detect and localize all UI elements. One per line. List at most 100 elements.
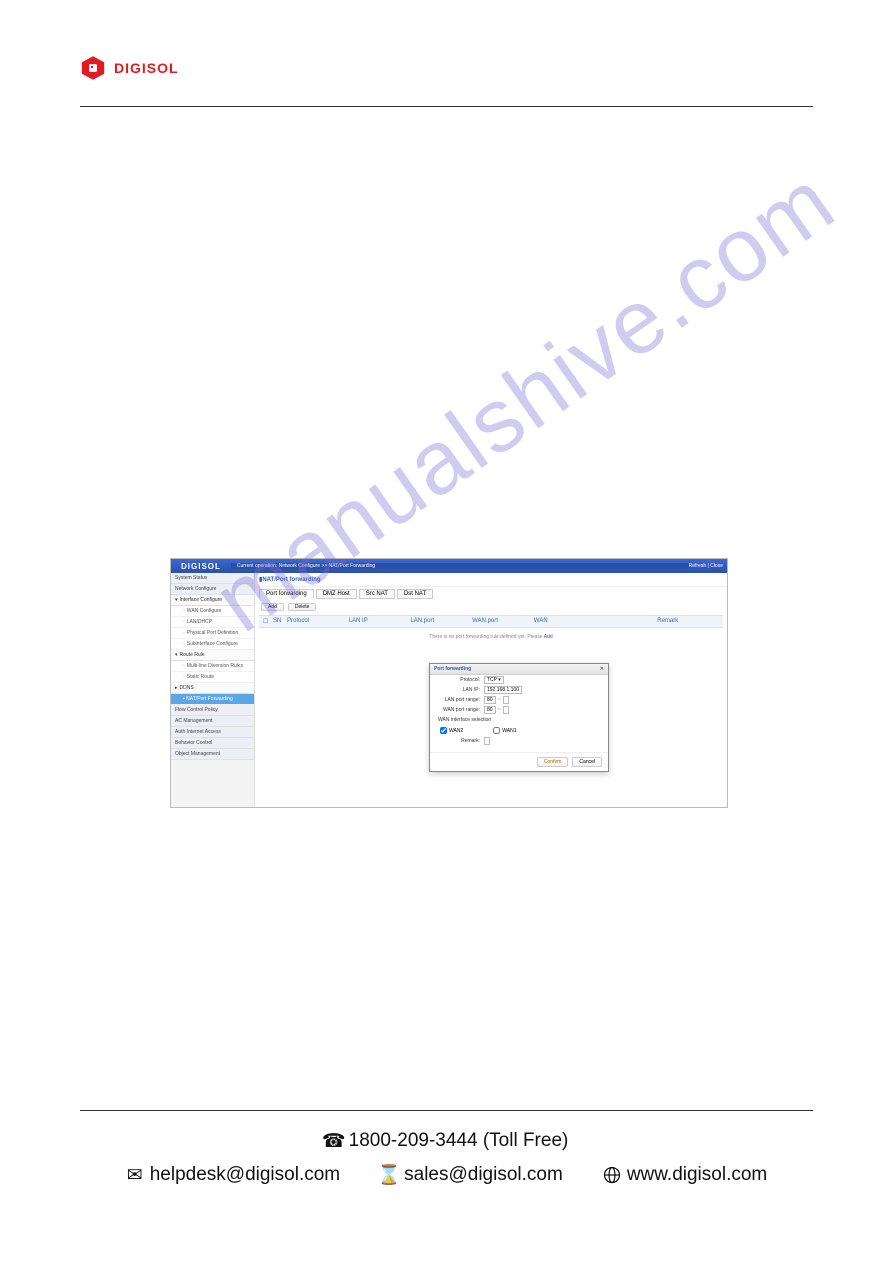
file-icon: ▫ bbox=[183, 674, 185, 680]
brand-text: DIGISOL bbox=[114, 60, 179, 76]
sidebar-item-behavior-control[interactable]: Behavior Control bbox=[171, 738, 254, 749]
protocol-label: Protocol: bbox=[436, 677, 484, 683]
toolbar: Add Delete bbox=[255, 601, 727, 613]
empty-text: There is no port forwarding rule defined… bbox=[429, 634, 544, 640]
sidebar-item-system-status[interactable]: System Status bbox=[171, 573, 254, 584]
sidebar-item-nat-port-forwarding[interactable]: ▪ NAT/Port Forwarding bbox=[171, 694, 254, 705]
empty-message: There is no port forwarding rule defined… bbox=[259, 628, 723, 646]
protocol-select[interactable]: TCP ▾ bbox=[484, 676, 504, 684]
close-icon[interactable]: ✕ bbox=[600, 666, 604, 672]
sidebar-item-label: NAT/Port Forwarding bbox=[186, 696, 233, 702]
website-url: www.digisol.com bbox=[627, 1164, 767, 1186]
tab-dmz-host[interactable]: DMZ Host bbox=[316, 589, 357, 599]
footer-rule bbox=[80, 1110, 813, 1111]
sidebar-item-flow-control[interactable]: Flow Control Policy bbox=[171, 705, 254, 716]
column-protocol: Protocol bbox=[287, 618, 349, 625]
wan2-label: WAN2 bbox=[449, 728, 463, 734]
tab-port-forwarding[interactable]: Port forwarding bbox=[259, 589, 314, 599]
main-panel: ▮NAT/Port forwarding Port forwarding DMZ… bbox=[255, 573, 727, 807]
folder-icon: ▫ bbox=[183, 641, 185, 647]
wan-port-end-input[interactable] bbox=[503, 706, 509, 714]
sidebar-group-label: Route Rule bbox=[180, 652, 205, 658]
lan-port-start-input[interactable]: 80 bbox=[484, 696, 496, 704]
mail-icon: ✉ bbox=[126, 1166, 144, 1184]
sidebar-item-lan-dhcp[interactable]: ▫LAN/DHCP bbox=[171, 617, 254, 628]
sidebar-item-ac-management[interactable]: AC Management bbox=[171, 716, 254, 727]
sidebar-group-label: Interface Configure bbox=[180, 597, 223, 603]
sidebar-item-wan-configure[interactable]: ▫WAN Configure bbox=[171, 606, 254, 617]
app-brand: DIGISOL bbox=[171, 562, 231, 571]
sidebar-item-physical-port[interactable]: ▫Physical Port Definition bbox=[171, 628, 254, 639]
sidebar-item-label: LAN/DHCP bbox=[187, 619, 212, 625]
remark-label: Remark: bbox=[436, 738, 484, 744]
sidebar-item-label: Static Route bbox=[187, 674, 214, 680]
sidebar-item-label: Subinterface Configure bbox=[187, 641, 238, 647]
column-lan-port: LAN port bbox=[410, 618, 472, 625]
sidebar-item-multiline-diversion[interactable]: ▫Multi-line Diversion Rules bbox=[171, 661, 254, 672]
lan-ip-input[interactable]: 192.168.1.100 bbox=[484, 686, 522, 694]
caret-down-icon: ▾ bbox=[175, 652, 178, 658]
globe-icon bbox=[603, 1166, 621, 1184]
logo: DIGISOL bbox=[80, 55, 813, 81]
wan-interface-selection-label: WAN interface selection bbox=[436, 717, 495, 723]
sidebar-item-object-management[interactable]: Object Management bbox=[171, 749, 254, 760]
modal-title: Port forwarding bbox=[434, 666, 471, 672]
sidebar-group-interface-configure[interactable]: ▾Interface Configure bbox=[171, 595, 254, 606]
phone-icon: ☎ bbox=[325, 1132, 343, 1150]
wan2-checkbox[interactable] bbox=[440, 727, 447, 734]
page-footer: ☎ 1800-209-3444 (Toll Free) ✉ helpdesk@d… bbox=[0, 1130, 893, 1186]
sidebar-group-route-rule[interactable]: ▾Route Rule bbox=[171, 650, 254, 661]
refresh-link[interactable]: Refresh | Close bbox=[689, 563, 727, 569]
protocol-value: TCP bbox=[487, 677, 497, 683]
wan1-label: WAN1 bbox=[502, 728, 516, 734]
wan-port-start-input[interactable]: 80 bbox=[484, 706, 496, 714]
file-icon: ▫ bbox=[183, 663, 185, 669]
folder-icon: ▫ bbox=[183, 619, 185, 625]
column-remark: Remark bbox=[657, 618, 719, 625]
cancel-button[interactable]: Cancel bbox=[572, 757, 602, 767]
sales-email: sales@digisol.com bbox=[404, 1164, 563, 1186]
page-header: DIGISOL bbox=[0, 0, 893, 117]
lan-ip-label: LAN IP: bbox=[436, 687, 484, 693]
sidebar-item-network-configure[interactable]: Network Configure bbox=[171, 584, 254, 595]
helpdesk-email: helpdesk@digisol.com bbox=[150, 1164, 340, 1186]
range-separator: ~ bbox=[498, 697, 502, 703]
header-rule bbox=[80, 106, 813, 107]
caret-down-icon: ▾ bbox=[175, 597, 178, 603]
sidebar-item-auth-internet[interactable]: Auth Internet Access bbox=[171, 727, 254, 738]
column-sn: SN bbox=[273, 618, 287, 625]
phone-text: 1800-209-3444 (Toll Free) bbox=[349, 1130, 569, 1152]
sidebar-item-static-route[interactable]: ▫Static Route bbox=[171, 672, 254, 683]
caret-right-icon: ▸ bbox=[175, 685, 178, 691]
folder-icon: ▫ bbox=[183, 608, 185, 614]
wan-port-range-label: WAN port range: bbox=[436, 707, 484, 713]
tab-src-nat[interactable]: Src NAT bbox=[359, 589, 395, 599]
tabs: Port forwarding DMZ Host Src NAT Dst NAT bbox=[259, 589, 723, 599]
add-button[interactable]: Add bbox=[261, 603, 284, 611]
empty-add-link[interactable]: Add bbox=[544, 634, 553, 640]
sidebar-item-label: Physical Port Definition bbox=[187, 630, 238, 636]
tab-dst-nat[interactable]: Dst NAT bbox=[397, 589, 433, 599]
sidebar-item-label: Multi-line Diversion Rules bbox=[187, 663, 243, 669]
confirm-button[interactable]: Confirm bbox=[537, 757, 569, 767]
modal-header: Port forwarding ✕ bbox=[430, 664, 608, 675]
app-title-bar: DIGISOL Current operation: Network Confi… bbox=[171, 559, 727, 573]
remark-input[interactable] bbox=[484, 737, 490, 745]
select-all-checkbox[interactable]: ☐ bbox=[263, 618, 273, 625]
breadcrumb: Current operation: Network Configure >> … bbox=[231, 563, 689, 569]
range-separator: ~ bbox=[498, 707, 502, 713]
page-title: ▮NAT/Port forwarding bbox=[255, 573, 727, 587]
page-title-text: NAT/Port forwarding bbox=[262, 577, 320, 583]
hexagon-logo-icon bbox=[80, 55, 106, 81]
wan1-checkbox[interactable] bbox=[493, 727, 500, 734]
column-wan-port: WAN port bbox=[472, 618, 534, 625]
sidebar-item-label: DDNS bbox=[180, 685, 194, 691]
sidebar-item-ddns[interactable]: ▸DDNS bbox=[171, 683, 254, 694]
sidebar-item-subinterface[interactable]: ▫Subinterface Configure bbox=[171, 639, 254, 650]
hourglass-icon: ⌛ bbox=[380, 1166, 398, 1184]
app-screenshot: DIGISOL Current operation: Network Confi… bbox=[170, 558, 728, 808]
wan2-checkbox-wrap[interactable]: WAN2 bbox=[440, 727, 463, 734]
wan1-checkbox-wrap[interactable]: WAN1 bbox=[493, 727, 516, 734]
lan-port-end-input[interactable] bbox=[503, 696, 509, 704]
delete-button[interactable]: Delete bbox=[288, 603, 316, 611]
